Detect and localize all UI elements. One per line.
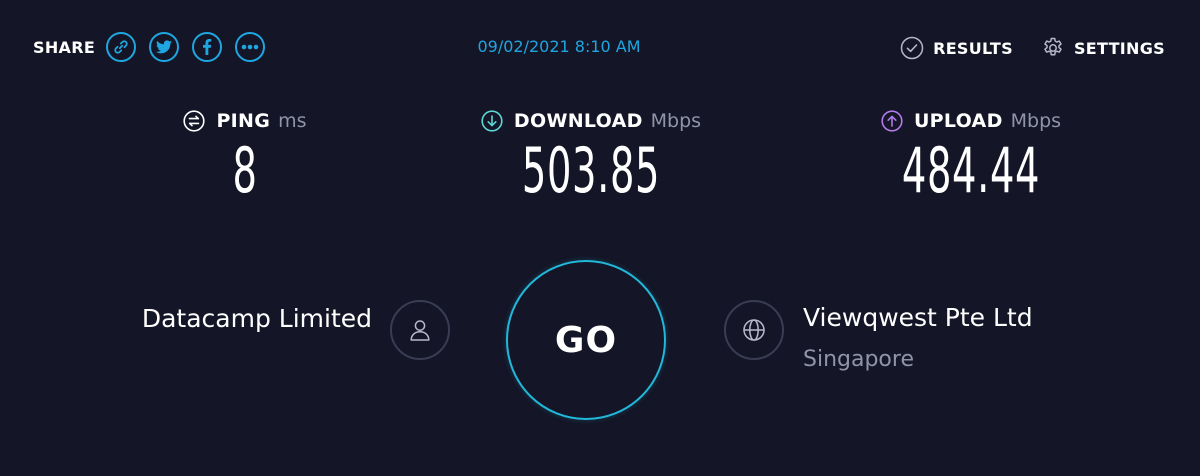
download-arrow-icon: [481, 110, 503, 132]
download-unit: Mbps: [650, 110, 702, 132]
upload-unit: Mbps: [1010, 110, 1062, 132]
user-icon: [410, 320, 430, 341]
upload-header: UPLOAD Mbps: [826, 108, 1116, 134]
upload-metric: UPLOAD Mbps 484.44: [826, 108, 1116, 206]
settings-label: SETTINGS: [1073, 38, 1165, 58]
settings-button[interactable]: SETTINGS: [1041, 36, 1165, 60]
ping-unit: ms: [278, 110, 307, 132]
go-button[interactable]: GO: [506, 260, 666, 420]
server-name[interactable]: Viewqwest Pte Ltd: [803, 303, 1033, 332]
go-label: GO: [554, 319, 618, 361]
globe-icon: [743, 319, 765, 341]
server-location: Singapore: [803, 347, 914, 372]
ping-icon: [183, 110, 206, 132]
download-label: DOWNLOAD: [513, 110, 643, 132]
download-header: DOWNLOAD Mbps: [436, 108, 746, 134]
change-server-button[interactable]: [724, 300, 784, 360]
upload-value: 484.44: [901, 134, 1041, 207]
results-check-icon: [900, 36, 924, 60]
gear-icon: [1044, 37, 1062, 56]
top-right-nav: RESULTS SETTINGS: [900, 34, 1165, 62]
isp-name: Datacamp Limited: [141, 304, 372, 333]
speedtest-results-page: SHARE 09/02/2021 8:10 AM RESULTS SETTING…: [0, 0, 1200, 476]
results-label: RESULTS: [933, 38, 1013, 58]
ping-label: PING: [216, 110, 271, 132]
ping-header: PING ms: [130, 108, 360, 134]
ping-value: 8: [232, 134, 258, 207]
download-value: 503.85: [521, 134, 661, 207]
download-metric: DOWNLOAD Mbps 503.85: [436, 108, 746, 206]
upload-label: UPLOAD: [913, 110, 1003, 132]
ping-metric: PING ms 8: [130, 108, 360, 206]
upload-arrow-icon: [881, 110, 903, 132]
isp-user-badge: [390, 300, 450, 360]
results-button[interactable]: RESULTS: [900, 36, 1013, 60]
